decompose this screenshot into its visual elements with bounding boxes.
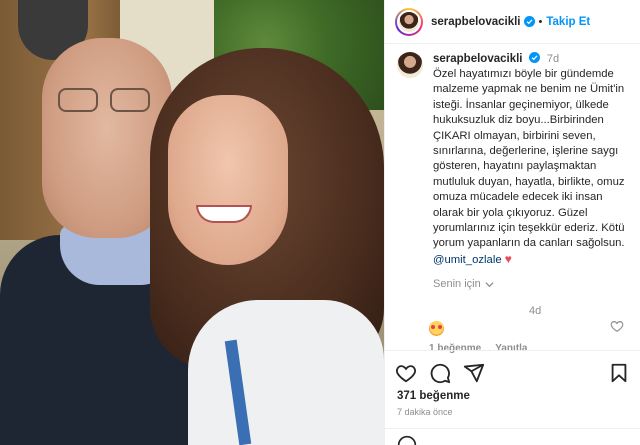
post-actions [395,360,630,386]
photo-woman-face [168,95,288,265]
share-icon[interactable] [463,362,485,384]
input-divider [385,428,640,429]
caption-body: serapbelovacikli 7d Özel hayatımızı böyl… [433,52,630,290]
verified-badge-icon [523,16,535,27]
bookmark-icon[interactable] [608,362,630,384]
caption-text: Özel hayatımızı böyle bir gündemde malze… [433,67,630,268]
actions-divider [385,350,640,351]
comment-likes[interactable]: 1 beğenme [429,343,481,354]
post-side-panel: serapbelovacikli • Takip Et serapbelovac… [384,0,640,445]
caption-area: serapbelovacikli 7d Özel hayatımızı böyl… [397,52,630,342]
photo-man-glasses [58,88,158,114]
heart-icon[interactable] [395,362,417,384]
caption-time: 7d [546,53,560,65]
post-timestamp: 7 dakika önce [397,407,453,417]
emoji-picker-icon[interactable] [397,435,417,445]
caption-body-text: Özel hayatımızı böyle bir gündemde malze… [433,68,625,250]
comment-reply-button[interactable]: Yanıtla [495,343,527,354]
photo-woman-top [188,300,384,445]
translate-toggle[interactable]: Senin için [433,278,630,290]
caption-username[interactable]: serapbelovacikli [433,53,523,65]
author-username[interactable]: serapbelovacikli [431,16,521,28]
like-count[interactable]: 371 beğenme [397,390,470,402]
verified-badge-icon [528,52,540,63]
caption-row: serapbelovacikli 7d Özel hayatımızı böyl… [397,52,630,290]
chevron-down-icon [485,282,494,287]
header-separator: • [538,15,543,28]
follow-button[interactable]: Takip Et [546,16,590,28]
caption-avatar[interactable] [397,52,423,78]
translate-label: Senin için [433,278,481,291]
comment-icon[interactable] [429,362,451,384]
post-photo[interactable] [0,0,384,445]
comment-meta: 1 beğenme Yanıtla [429,343,528,354]
comment-item: 4d 1 beğenme Yanıtla [397,305,630,355]
heart-eyes-emoji-icon [429,321,444,336]
author-avatar[interactable] [395,7,423,36]
mention-link[interactable]: @umit_ozlale [433,254,502,266]
red-heart-emoji-icon: ♥ [504,251,512,266]
comment-like-heart-icon[interactable] [610,319,624,333]
post-header: serapbelovacikli • Takip Et [385,0,640,44]
comment-time: 4d [529,305,542,317]
